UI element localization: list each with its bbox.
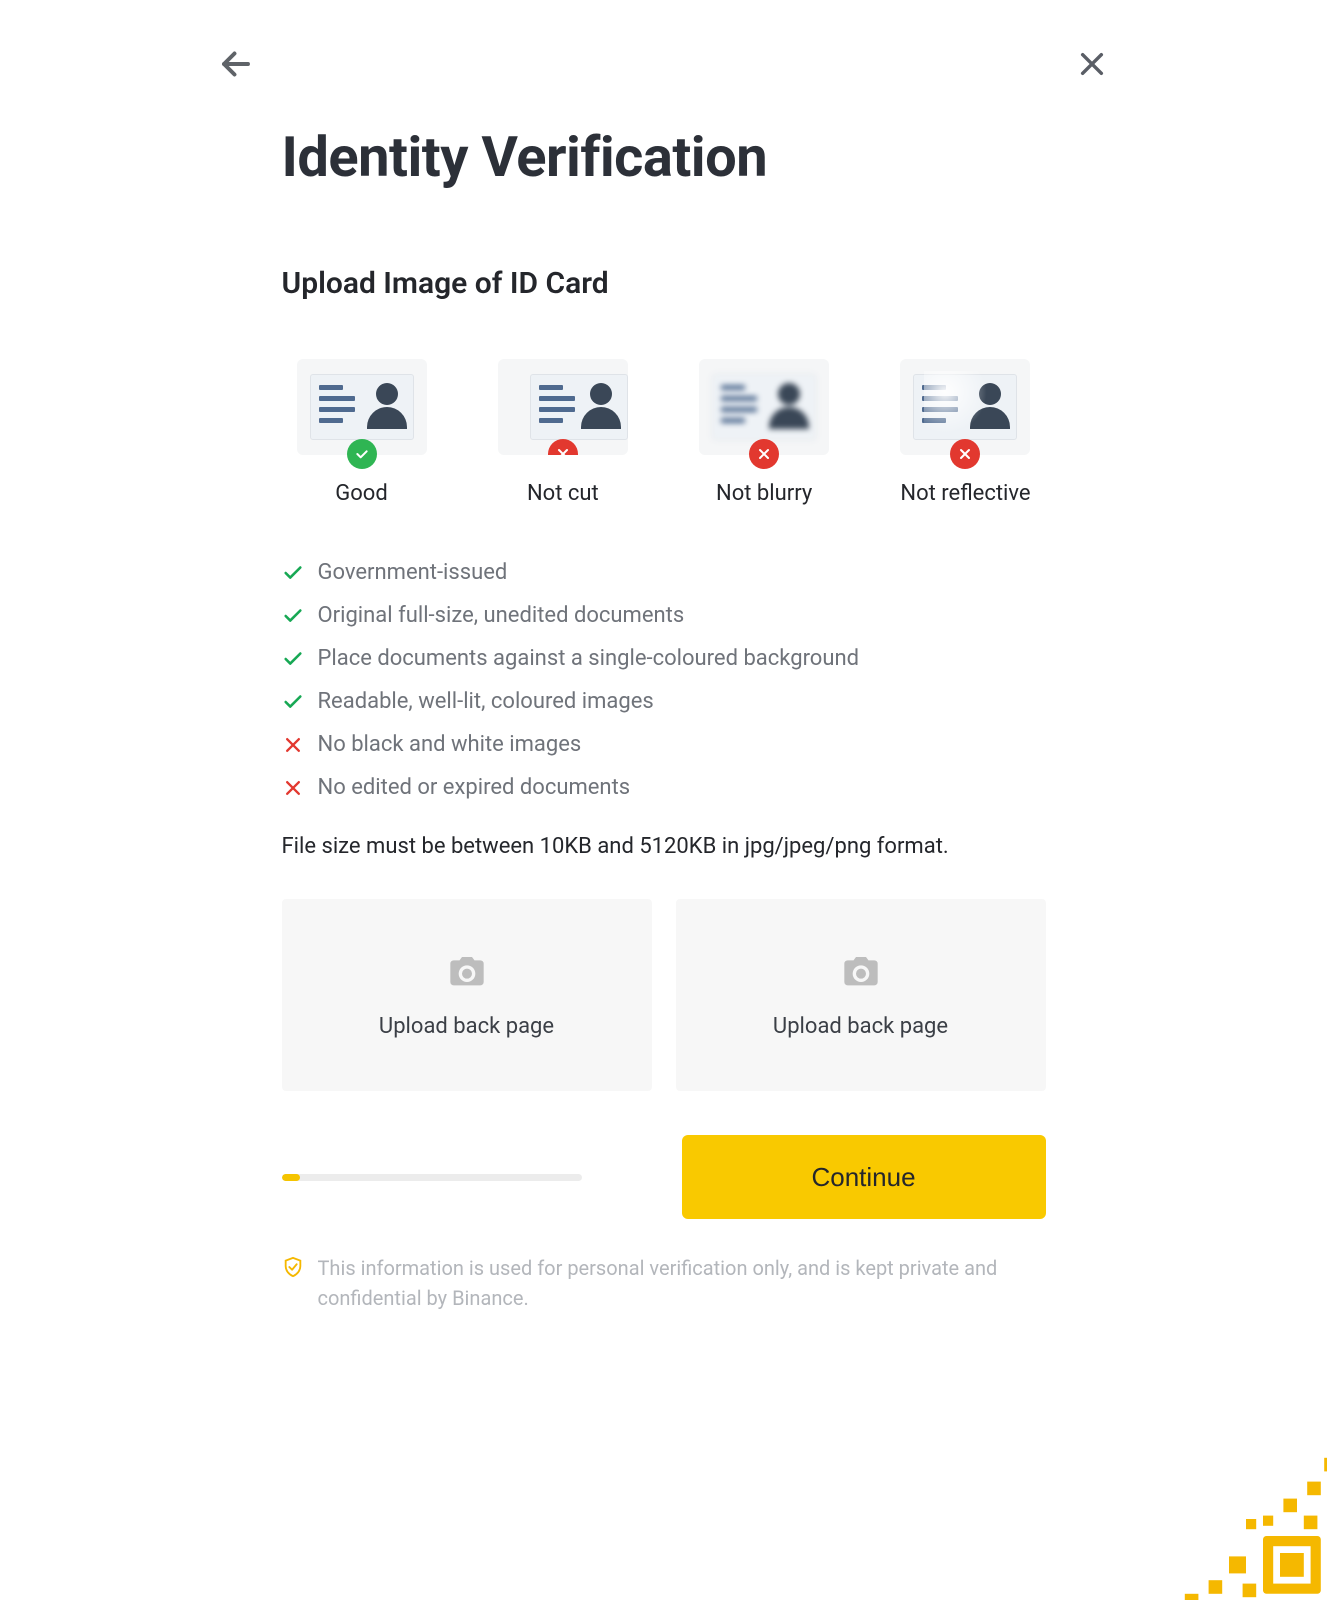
upload-back-box[interactable]: Upload back page (676, 899, 1046, 1091)
x-icon (282, 734, 304, 756)
requirement-text: Place documents against a single-coloure… (318, 646, 860, 671)
x-badge-icon (548, 439, 578, 455)
camera-icon (445, 952, 489, 992)
requirement-item: Government-issued (282, 560, 1046, 585)
x-icon (282, 777, 304, 799)
requirements-list: Government-issued Original full-size, un… (282, 560, 1046, 800)
page-title: Identity Verification (282, 124, 1046, 190)
topbar (166, 0, 1162, 84)
requirement-text: Government-issued (318, 560, 508, 585)
close-icon (1076, 48, 1108, 80)
id-card-icon (712, 374, 816, 440)
requirement-item: Place documents against a single-coloure… (282, 646, 1046, 671)
check-icon (282, 691, 304, 713)
upload-row: Upload back page Upload back page (282, 899, 1046, 1091)
upload-label: Upload back page (379, 1014, 554, 1039)
example-not-cut: Not cut (483, 359, 643, 506)
example-label: Good (335, 481, 388, 506)
requirement-item: No black and white images (282, 732, 1046, 757)
example-card (900, 359, 1030, 455)
back-button[interactable] (216, 44, 256, 84)
x-badge-icon (950, 439, 980, 469)
filesize-note: File size must be between 10KB and 5120K… (282, 834, 1046, 859)
id-card-icon (913, 374, 1017, 440)
requirement-text: No edited or expired documents (318, 775, 631, 800)
content: Identity Verification Upload Image of ID… (166, 124, 1162, 1313)
example-card (699, 359, 829, 455)
progress-bar (282, 1174, 582, 1181)
example-card (498, 359, 628, 455)
progress-fill (282, 1174, 300, 1181)
requirement-text: No black and white images (318, 732, 582, 757)
page-subtitle: Upload Image of ID Card (282, 266, 1046, 301)
action-row: Continue (282, 1135, 1046, 1219)
example-label: Not reflective (900, 481, 1030, 506)
check-icon (282, 605, 304, 627)
check-icon (282, 562, 304, 584)
example-label: Not blurry (716, 481, 812, 506)
qr-code-corner-icon (1167, 1440, 1327, 1600)
requirement-item: Original full-size, unedited documents (282, 603, 1046, 628)
example-card (297, 359, 427, 455)
example-good: Good (282, 359, 442, 506)
id-card-icon (530, 374, 628, 440)
requirement-text: Original full-size, unedited documents (318, 603, 685, 628)
requirement-text: Readable, well-lit, coloured images (318, 689, 654, 714)
requirement-item: No edited or expired documents (282, 775, 1046, 800)
example-not-blurry: Not blurry (684, 359, 844, 506)
example-not-reflective: Not reflective (885, 359, 1045, 506)
check-icon (282, 648, 304, 670)
identity-verification-modal: Identity Verification Upload Image of ID… (166, 0, 1162, 1313)
x-badge-icon (749, 439, 779, 469)
shield-check-icon (282, 1255, 304, 1283)
continue-button[interactable]: Continue (682, 1135, 1046, 1219)
upload-label: Upload back page (773, 1014, 948, 1039)
example-label: Not cut (527, 481, 599, 506)
upload-front-box[interactable]: Upload back page (282, 899, 652, 1091)
disclaimer-text: This information is used for personal ve… (318, 1253, 1038, 1313)
camera-icon (839, 952, 883, 992)
check-badge-icon (347, 439, 377, 469)
arrow-left-icon (218, 46, 254, 82)
id-examples-row: Good Not cut (282, 359, 1046, 506)
close-button[interactable] (1072, 44, 1112, 84)
disclaimer: This information is used for personal ve… (282, 1253, 1046, 1313)
requirement-item: Readable, well-lit, coloured images (282, 689, 1046, 714)
id-card-icon (310, 374, 414, 440)
